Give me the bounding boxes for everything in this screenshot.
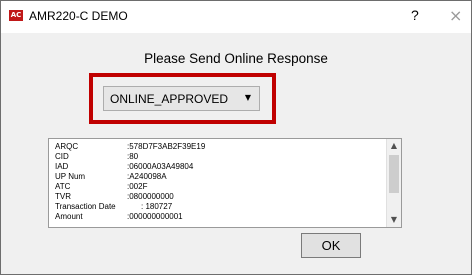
prompt-text: Please Send Online Response (144, 51, 328, 66)
scroll-down-icon[interactable]: ▼ (387, 213, 401, 227)
dropdown-selected-value: ONLINE_APPROVED (110, 92, 229, 106)
scrollbar-thumb[interactable] (389, 155, 399, 193)
detail-label: Amount (55, 212, 83, 221)
detail-label: Transaction Date (55, 202, 116, 211)
detail-value: :80 (127, 152, 139, 161)
help-button[interactable]: ? (411, 7, 419, 23)
app-icon: AC (9, 10, 23, 21)
window-title: AMR220-C DEMO (29, 9, 128, 23)
detail-label: ARQC (55, 142, 79, 151)
detail-label: ATC (55, 182, 71, 191)
response-dropdown[interactable]: ONLINE_APPROVED ▼ (103, 86, 260, 111)
detail-value: :000000000001 (127, 212, 183, 221)
close-button[interactable]: × (449, 6, 462, 25)
detail-label: IAD (55, 162, 69, 171)
dialog-window: AC AMR220-C DEMO ? × Please Send Online … (0, 0, 472, 275)
highlight-box: ONLINE_APPROVED ▼ (89, 73, 276, 124)
title-bar: AC AMR220-C DEMO ? × (1, 1, 471, 33)
detail-value: : 180727 (141, 202, 173, 211)
ok-button[interactable]: OK (301, 233, 361, 258)
detail-value: :578D7F3AB2F39E19 (127, 142, 206, 151)
detail-value: :A240098A (127, 172, 167, 181)
scroll-up-icon[interactable]: ▲ (387, 139, 401, 153)
chevron-down-icon: ▼ (244, 93, 251, 102)
detail-label: CID (55, 152, 69, 161)
dialog-content: Please Send Online Response ONLINE_APPRO… (1, 33, 471, 274)
detail-label: UP Num (55, 172, 86, 181)
detail-value: :06000A03A49804 (127, 162, 194, 171)
detail-value: :002F (127, 182, 148, 191)
transaction-details-textbox[interactable]: ARQC :578D7F3AB2F39E19 CID :80 IAD :0600… (48, 138, 402, 228)
detail-label: TVR (55, 192, 71, 201)
vertical-scrollbar[interactable]: ▲ ▼ (386, 139, 401, 227)
detail-value: :0800000000 (127, 192, 174, 201)
